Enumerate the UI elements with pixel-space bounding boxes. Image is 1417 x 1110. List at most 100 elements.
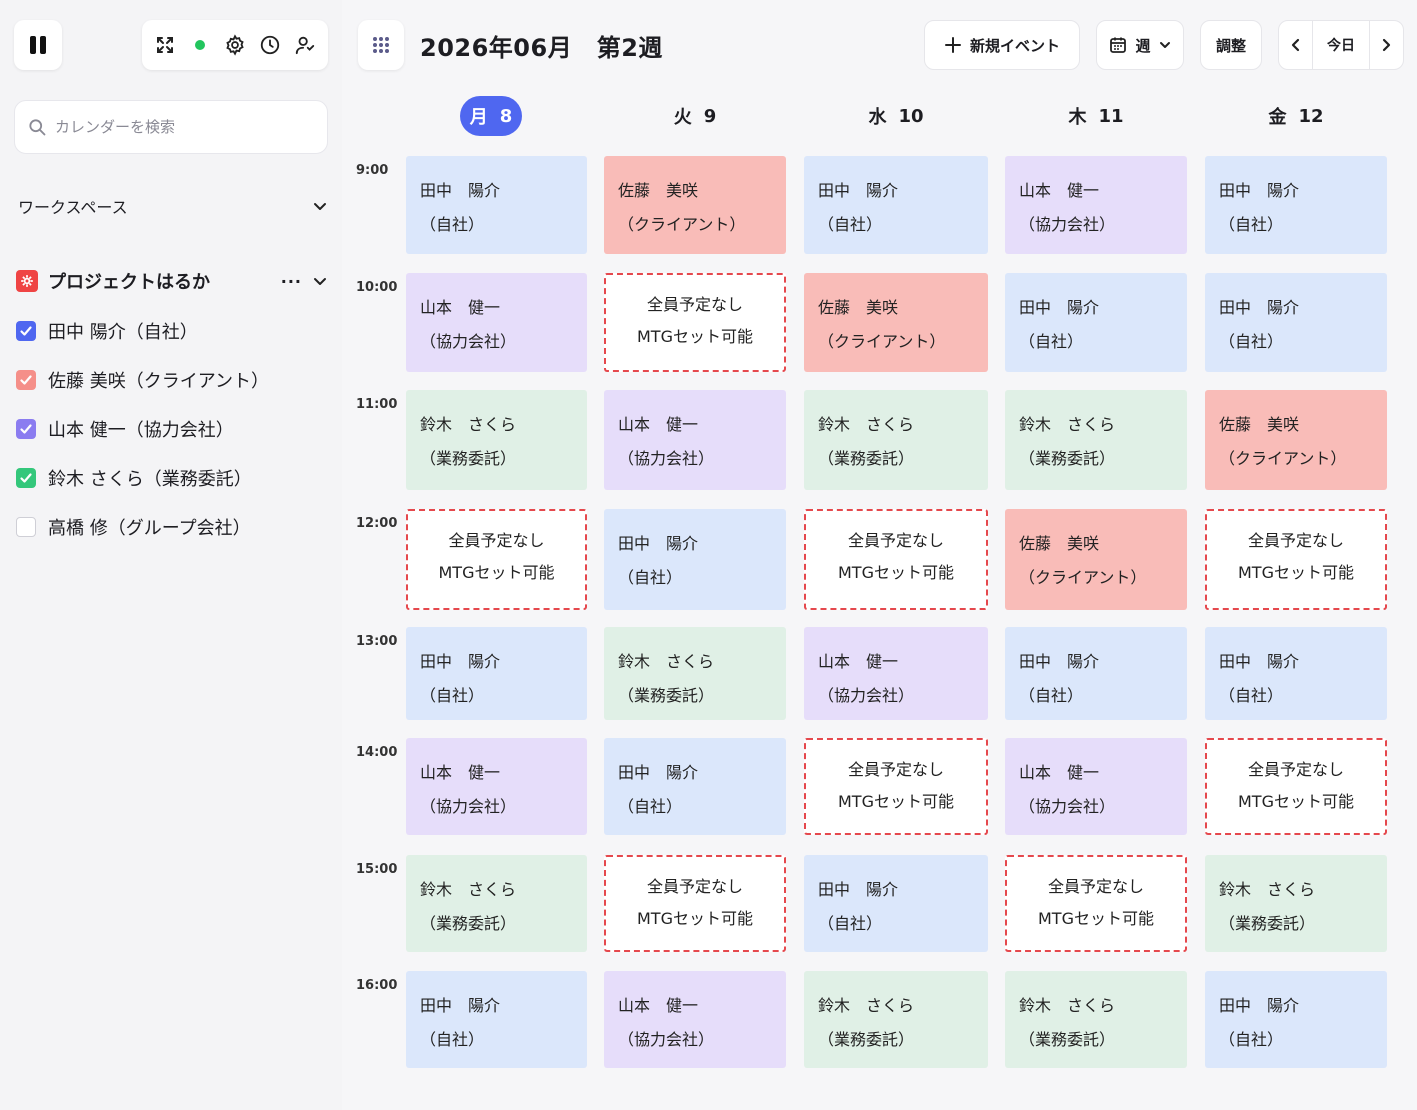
user-icon[interactable]: [292, 32, 318, 58]
event-text: （協力会社）: [818, 686, 915, 705]
event-text: 山本 健一: [618, 996, 699, 1015]
grid-icon: [373, 37, 389, 53]
event-block[interactable]: 田中 陽介 （自社）: [804, 156, 988, 254]
event-text: （自社）: [420, 215, 485, 234]
event-block[interactable]: 田中 陽介 （自社）: [406, 971, 587, 1068]
search-box[interactable]: [14, 100, 328, 154]
apps-button[interactable]: [358, 20, 404, 70]
event-block[interactable]: 田中 陽介 （自社）: [1205, 156, 1387, 254]
event-text: （自社）: [420, 1030, 485, 1049]
view-select[interactable]: 週: [1096, 20, 1184, 70]
event-block[interactable]: 佐藤 美咲 （クライアント）: [1205, 390, 1387, 490]
event-block[interactable]: 山本 健一 （協力会社）: [604, 971, 786, 1068]
day-of-week: 月: [469, 107, 488, 128]
event-block[interactable]: 田中 陽介 （自社）: [1005, 627, 1187, 720]
next-week-button[interactable]: [1370, 21, 1403, 69]
chevron-down-icon[interactable]: [312, 273, 328, 289]
event-block[interactable]: 山本 健一 （協力会社）: [406, 273, 587, 372]
event-text: 田中 陽介: [1219, 996, 1300, 1015]
free-slot-text: MTGセット可能: [1238, 792, 1354, 811]
day-header[interactable]: 火9: [604, 96, 786, 136]
event-block[interactable]: 鈴木 さくら （業務委託）: [1005, 971, 1187, 1068]
free-slot[interactable]: 全員予定なし MTGセット可能: [804, 509, 988, 610]
event-block[interactable]: 鈴木 さくら （業務委託）: [604, 627, 786, 720]
member-name: 山本 健一（協力会社）: [48, 420, 234, 441]
day-header[interactable]: 月8: [460, 96, 522, 136]
clock-icon[interactable]: [257, 32, 283, 58]
event-text: 鈴木 さくら: [618, 652, 715, 671]
week-navigation: 今日: [1278, 20, 1404, 70]
prev-week-button[interactable]: [1279, 21, 1312, 69]
expand-icon[interactable]: [152, 32, 178, 58]
event-block[interactable]: 田中 陽介 （自社）: [1205, 971, 1387, 1068]
event-block[interactable]: 鈴木 さくら （業務委託）: [1005, 390, 1187, 490]
member-item[interactable]: 高橋 修（グループ会社）: [16, 512, 328, 542]
event-text: （自社）: [818, 215, 883, 234]
event-text: 田中 陽介: [1219, 652, 1300, 671]
event-text: （協力会社）: [420, 797, 517, 816]
gear-icon[interactable]: [222, 32, 248, 58]
free-slot[interactable]: 全員予定なし MTGセット可能: [1005, 855, 1187, 952]
free-slot[interactable]: 全員予定なし MTGセット可能: [1205, 738, 1387, 835]
event-block[interactable]: 鈴木 さくら （業務委託）: [1205, 855, 1387, 952]
member-item[interactable]: 佐藤 美咲（クライアント）: [16, 365, 328, 395]
event-text: 田中 陽介: [818, 880, 899, 899]
member-item[interactable]: 田中 陽介（自社）: [16, 316, 328, 346]
time-label: 11:00: [356, 397, 398, 412]
free-slot[interactable]: 全員予定なし MTGセット可能: [406, 509, 587, 610]
chevron-down-icon: [314, 203, 326, 210]
event-block[interactable]: 山本 健一 （協力会社）: [804, 627, 988, 720]
member-checkbox[interactable]: [16, 419, 36, 439]
member-item[interactable]: 鈴木 さくら（業務委託）: [16, 463, 328, 493]
event-text: （自社）: [1019, 332, 1084, 351]
member-checkbox[interactable]: [16, 370, 36, 390]
event-block[interactable]: 佐藤 美咲 （クライアント）: [804, 273, 988, 372]
event-block[interactable]: 田中 陽介 （自社）: [406, 156, 587, 254]
event-block[interactable]: 鈴木 さくら （業務委託）: [804, 971, 988, 1068]
new-event-button[interactable]: 新規イベント: [924, 20, 1080, 70]
event-block[interactable]: 田中 陽介 （自社）: [804, 855, 988, 952]
event-block[interactable]: 田中 陽介 （自社）: [1205, 273, 1387, 372]
member-checkbox[interactable]: [16, 517, 36, 537]
time-label: 16:00: [356, 978, 398, 993]
search-input[interactable]: [55, 118, 315, 136]
event-text: （協力会社）: [1019, 215, 1116, 234]
more-icon[interactable]: ···: [281, 272, 302, 291]
event-text: 鈴木 さくら: [1019, 996, 1116, 1015]
day-header[interactable]: 木 11: [1005, 96, 1187, 136]
time-label: 15:00: [356, 862, 398, 877]
free-slot[interactable]: 全員予定なし MTGセット可能: [604, 855, 786, 952]
workspace-header[interactable]: ワークスペース: [18, 192, 328, 220]
adjust-button[interactable]: 調整: [1200, 20, 1262, 70]
event-block[interactable]: 田中 陽介 （自社）: [1005, 273, 1187, 372]
event-block[interactable]: 田中 陽介 （自社）: [406, 627, 587, 720]
event-block[interactable]: 佐藤 美咲 （クライアント）: [1005, 509, 1187, 610]
event-block[interactable]: 山本 健一 （協力会社）: [1005, 156, 1187, 254]
member-checkbox[interactable]: [16, 321, 36, 341]
free-slot[interactable]: 全員予定なし MTGセット可能: [1205, 509, 1387, 610]
day-header[interactable]: 金 12: [1205, 96, 1387, 136]
event-block[interactable]: 山本 健一 （協力会社）: [406, 738, 587, 835]
event-block[interactable]: 山本 健一 （協力会社）: [1005, 738, 1187, 835]
chevron-left-icon: [1291, 38, 1299, 52]
event-block[interactable]: 田中 陽介 （自社）: [604, 738, 786, 835]
free-slot[interactable]: 全員予定なし MTGセット可能: [804, 738, 988, 835]
day-header[interactable]: 水 10: [804, 96, 988, 136]
calendar-icon: [1110, 37, 1127, 53]
event-text: 佐藤 美咲: [1219, 415, 1300, 434]
event-block[interactable]: 佐藤 美咲 （クライアント）: [604, 156, 786, 254]
event-block[interactable]: 田中 陽介 （自社）: [604, 509, 786, 610]
member-item[interactable]: 山本 健一（協力会社）: [16, 414, 328, 444]
event-text: 田中 陽介: [1219, 298, 1300, 317]
event-block[interactable]: 田中 陽介 （自社）: [1205, 627, 1387, 720]
event-text: （クライアント）: [1019, 568, 1147, 587]
member-checkbox[interactable]: [16, 468, 36, 488]
project-row[interactable]: プロジェクトはるか ···: [16, 266, 328, 296]
event-block[interactable]: 山本 健一 （協力会社）: [604, 390, 786, 490]
event-block[interactable]: 鈴木 さくら （業務委託）: [406, 855, 587, 952]
event-block[interactable]: 鈴木 さくら （業務委託）: [406, 390, 587, 490]
event-block[interactable]: 鈴木 さくら （業務委託）: [804, 390, 988, 490]
pause-button[interactable]: [14, 20, 62, 70]
today-button[interactable]: 今日: [1313, 21, 1368, 69]
free-slot[interactable]: 全員予定なし MTGセット可能: [604, 273, 786, 372]
